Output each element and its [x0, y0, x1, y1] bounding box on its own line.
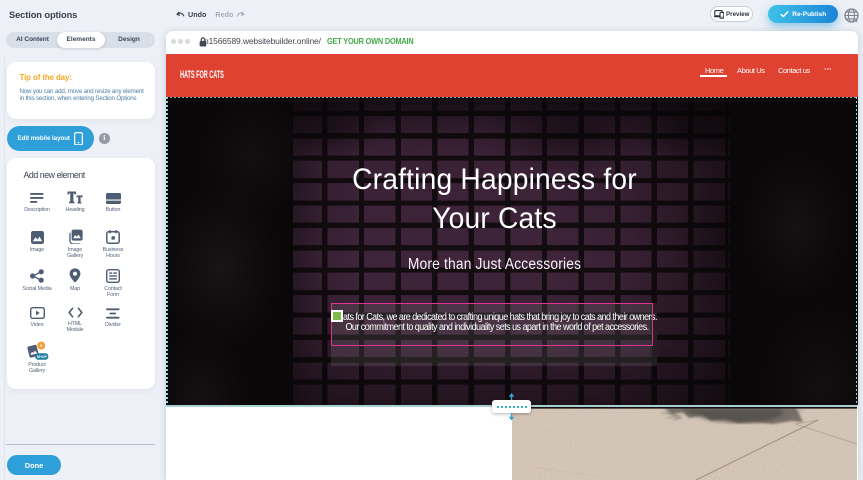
svg-text:SHOP: SHOP	[37, 355, 48, 359]
